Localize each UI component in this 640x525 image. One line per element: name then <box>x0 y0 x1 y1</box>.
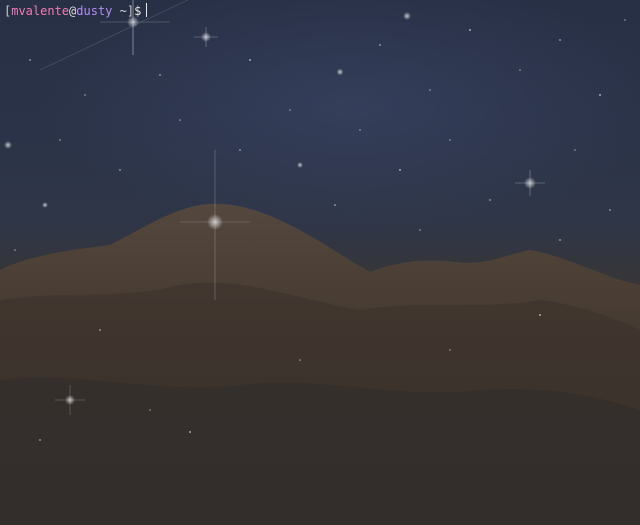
prompt-working-directory: ~ <box>119 4 127 18</box>
shell-prompt: [mvalente@dusty ~]$ <box>4 3 148 19</box>
prompt-symbol: $ <box>134 4 142 18</box>
prompt-close-bracket: ] <box>126 4 135 18</box>
prompt-username: mvalente <box>11 4 70 18</box>
prompt-hostname: dusty <box>76 4 113 18</box>
terminal-window[interactable]: [mvalente@dusty ~]$ <box>0 0 640 525</box>
nebula-background-image <box>0 0 640 525</box>
text-cursor[interactable] <box>146 3 148 17</box>
